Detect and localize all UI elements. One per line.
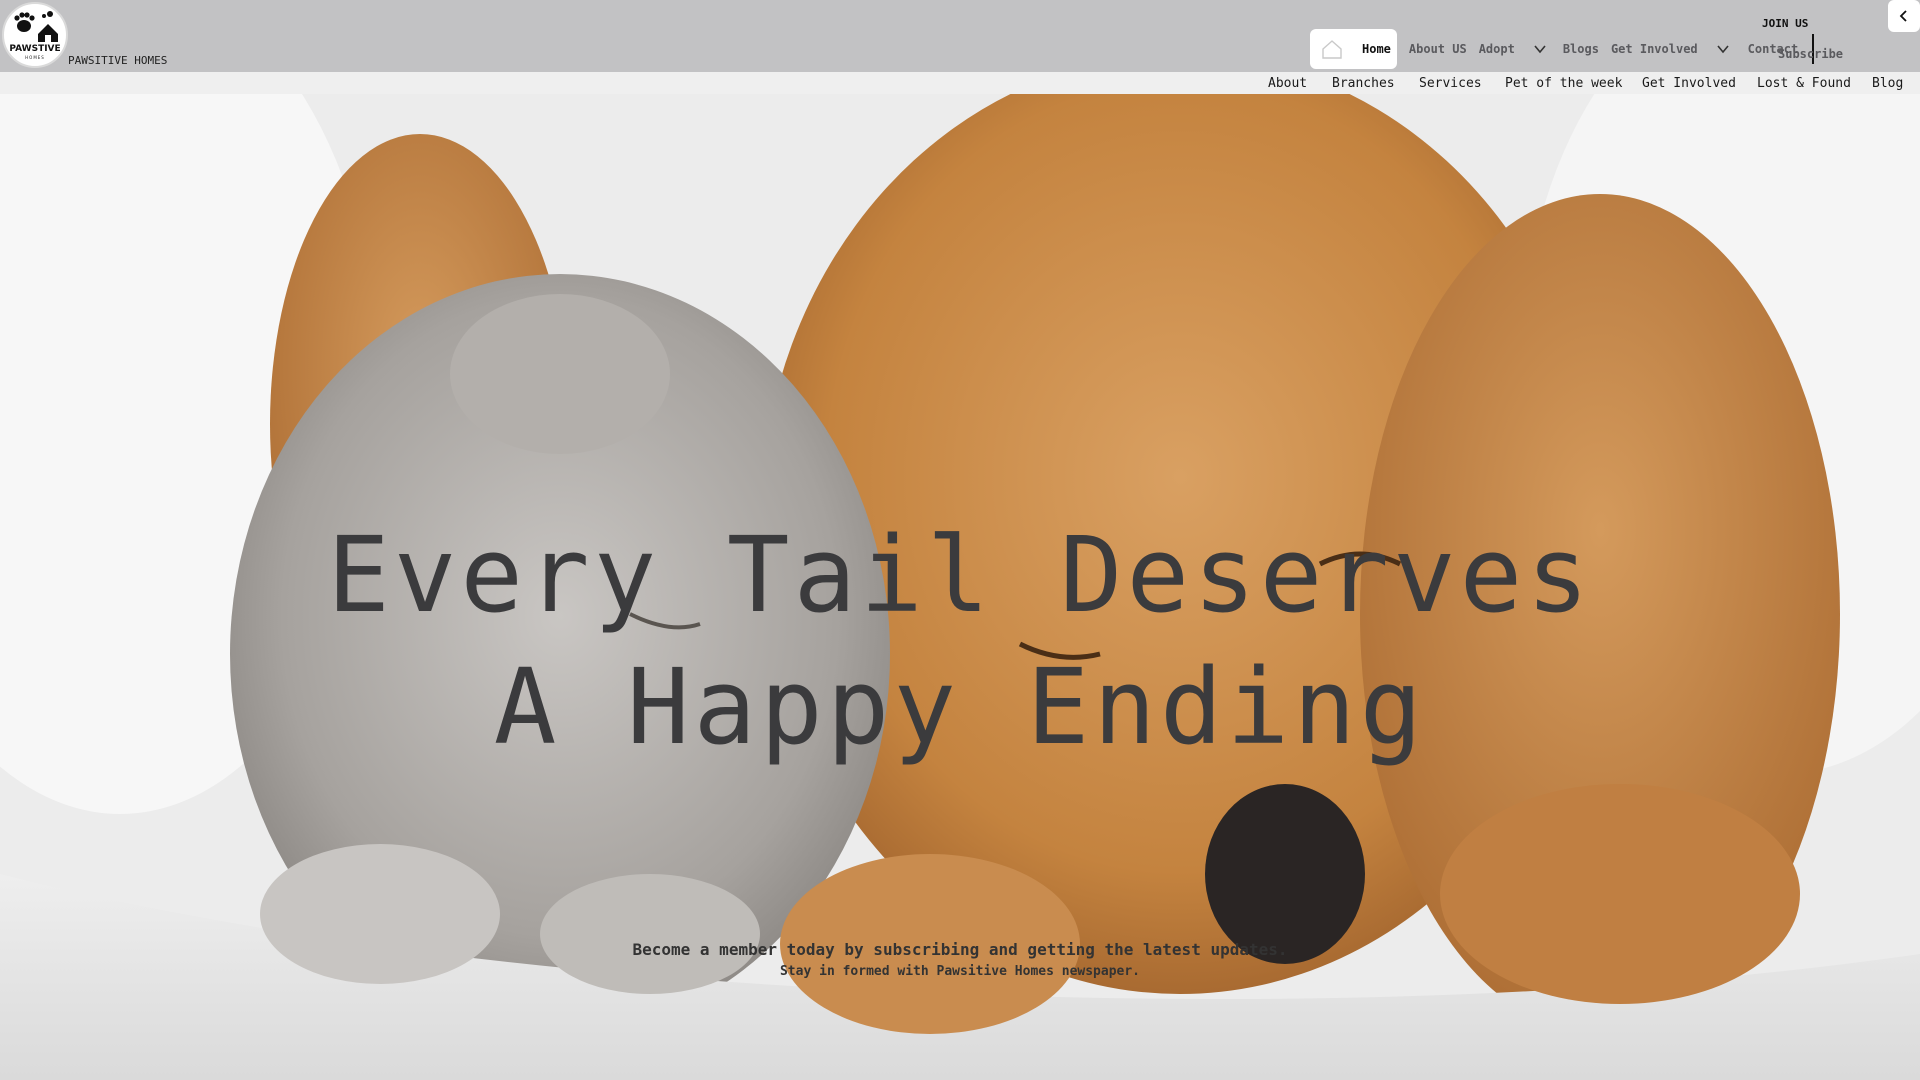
- logo-subtext: HOMES: [25, 55, 45, 60]
- subnav-get-involved[interactable]: Get Involved: [1642, 76, 1736, 91]
- join-us-link[interactable]: JOIN US: [1762, 17, 1808, 30]
- subnav-about[interactable]: About: [1268, 76, 1307, 91]
- hero-section: Every Tail Deserves A Happy Ending Becom…: [0, 94, 1920, 1080]
- nav-home-label: Home: [1362, 42, 1391, 56]
- subscribe-button[interactable]: Subscribe: [1778, 47, 1843, 61]
- nav-get-involved[interactable]: Get Involved: [1611, 42, 1730, 56]
- nav-about-us[interactable]: About US: [1409, 42, 1467, 56]
- chevron-left-icon: [1899, 10, 1907, 22]
- nav-adopt-label: Adopt: [1478, 42, 1515, 56]
- main-nav: Home About US Adopt Blogs Get Involved C…: [1310, 29, 1815, 69]
- hero-subtitle-secondary: Stay in formed with Pawsitive Homes news…: [779, 964, 1141, 979]
- chevron-down-icon[interactable]: [1716, 42, 1730, 56]
- subnav-services[interactable]: Services: [1419, 76, 1482, 91]
- subnav-branches[interactable]: Branches: [1332, 76, 1395, 91]
- subnav-blog[interactable]: Blog: [1872, 76, 1903, 91]
- nav-blogs[interactable]: Blogs: [1563, 42, 1599, 56]
- secondary-nav: About Branches Services Pet of the week …: [0, 72, 1920, 94]
- collapse-button[interactable]: [1888, 0, 1920, 32]
- hero-headline-line2: A Happy Ending: [493, 646, 1427, 768]
- logo-text: PAWSTIVE: [9, 44, 61, 54]
- brand-logo[interactable]: PAWSTIVE HOMES: [2, 2, 68, 68]
- subnav-lost-and-found[interactable]: Lost & Found: [1757, 76, 1851, 91]
- brand-name[interactable]: PAWSITIVE HOMES: [68, 54, 167, 67]
- nav-adopt[interactable]: Adopt: [1479, 42, 1547, 56]
- nav-get-involved-label: Get Involved: [1610, 42, 1698, 56]
- chevron-down-icon[interactable]: [1533, 42, 1547, 56]
- paw-icon: [14, 11, 58, 42]
- hero-headline-line1: Every Tail Deserves: [327, 514, 1593, 636]
- hero-subtitle: Become a member today by subscribing and…: [632, 940, 1288, 959]
- top-navigation-bar: PAWSTIVE HOMES PAWSITIVE HOMES Home Abou…: [0, 0, 1920, 72]
- nav-home[interactable]: Home: [1310, 29, 1397, 69]
- home-icon: [1322, 40, 1342, 59]
- subnav-pet-of-the-week[interactable]: Pet of the week: [1505, 76, 1622, 91]
